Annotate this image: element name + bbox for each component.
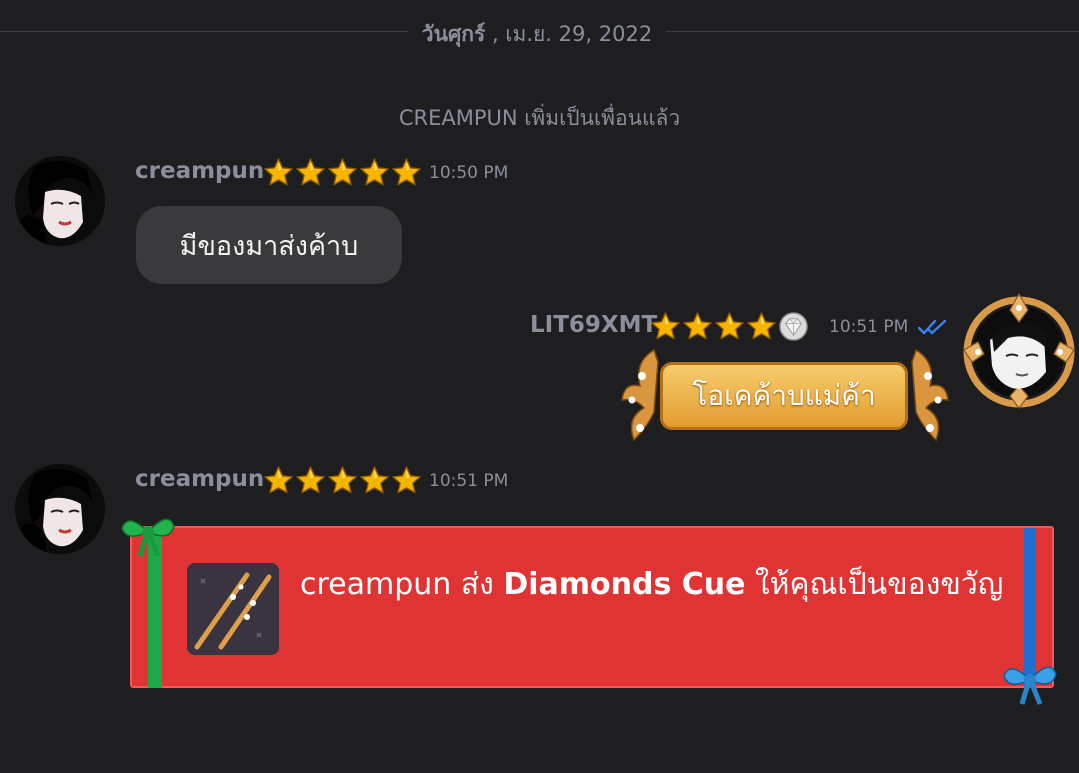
- star-icon: [682, 311, 713, 342]
- diamond-star-icon: [778, 311, 809, 342]
- star-icon: [650, 311, 681, 342]
- star-icon: [746, 311, 777, 342]
- star-icon: [295, 465, 326, 496]
- message-time: 10:51 PM: [429, 471, 509, 491]
- message-text: โอเคค้าบแม่ค้า: [692, 379, 876, 412]
- rank-stars: [650, 311, 809, 342]
- star-icon: [714, 311, 745, 342]
- date-day: วันศุกร์: [421, 22, 486, 46]
- green-bow-icon: [121, 518, 175, 557]
- outgoing-bubble-body: โอเคค้าบแม่ค้า: [660, 362, 908, 430]
- star-icon: [327, 465, 358, 496]
- gift-text: creampun ส่ง Diamonds Cue ให้คุณเป็นของข…: [300, 564, 1010, 606]
- separator-line-left: [0, 31, 408, 32]
- double-check-icon: [917, 319, 947, 335]
- star-icon: [295, 157, 326, 188]
- star-icon: [263, 465, 294, 496]
- message-bubble-incoming[interactable]: มีของมาส่งค้าบ: [136, 206, 402, 284]
- avatar-frame[interactable]: [960, 292, 1078, 410]
- star-icon: [391, 465, 422, 496]
- message-time: 10:50 PM: [429, 163, 509, 183]
- avatar[interactable]: [15, 464, 105, 554]
- avatar-image: [15, 464, 105, 554]
- gift-message-card[interactable]: creampun ส่ง Diamonds Cue ให้คุณเป็นของข…: [130, 526, 1054, 688]
- blue-bow-icon: [1003, 666, 1057, 705]
- sender-name[interactable]: creampun: [135, 466, 264, 492]
- message-bubble-outgoing[interactable]: โอเคค้าบแม่ค้า: [614, 342, 954, 452]
- date-label: วันศุกร์ , เม.ย. 29, 2022: [408, 18, 666, 51]
- sender-name[interactable]: LIT69XMT: [530, 312, 657, 338]
- message-text: มีของมาส่งค้าบ: [179, 230, 359, 262]
- date-separator: วันศุกร์ , เม.ย. 29, 2022: [0, 14, 1079, 50]
- message-time: 10:51 PM: [829, 317, 909, 337]
- avatar[interactable]: [15, 156, 105, 246]
- star-icon: [263, 157, 294, 188]
- star-icon: [391, 157, 422, 188]
- sender-name[interactable]: creampun: [135, 158, 264, 184]
- gift-suffix: ให้คุณเป็นของขวัญ: [745, 567, 1004, 602]
- rank-stars: [263, 157, 422, 188]
- system-message: CREAMPUN เพิ่มเป็นเพื่อนแล้ว: [398, 106, 681, 130]
- rank-stars: [263, 465, 422, 496]
- ornament-right-icon: [911, 348, 949, 442]
- separator-line-right: [666, 31, 1079, 32]
- gift-item-image: [187, 563, 279, 655]
- avatar-frame-ornament: [963, 292, 1075, 409]
- gift-prefix: creampun ส่ง: [300, 567, 504, 602]
- star-icon: [327, 157, 358, 188]
- avatar-image: [15, 156, 105, 246]
- star-icon: [359, 157, 390, 188]
- diamonds-cue-icon: [187, 563, 279, 655]
- date-value: , เม.ย. 29, 2022: [485, 22, 653, 46]
- star-icon: [359, 465, 390, 496]
- gift-item-name: Diamonds Cue: [503, 567, 746, 602]
